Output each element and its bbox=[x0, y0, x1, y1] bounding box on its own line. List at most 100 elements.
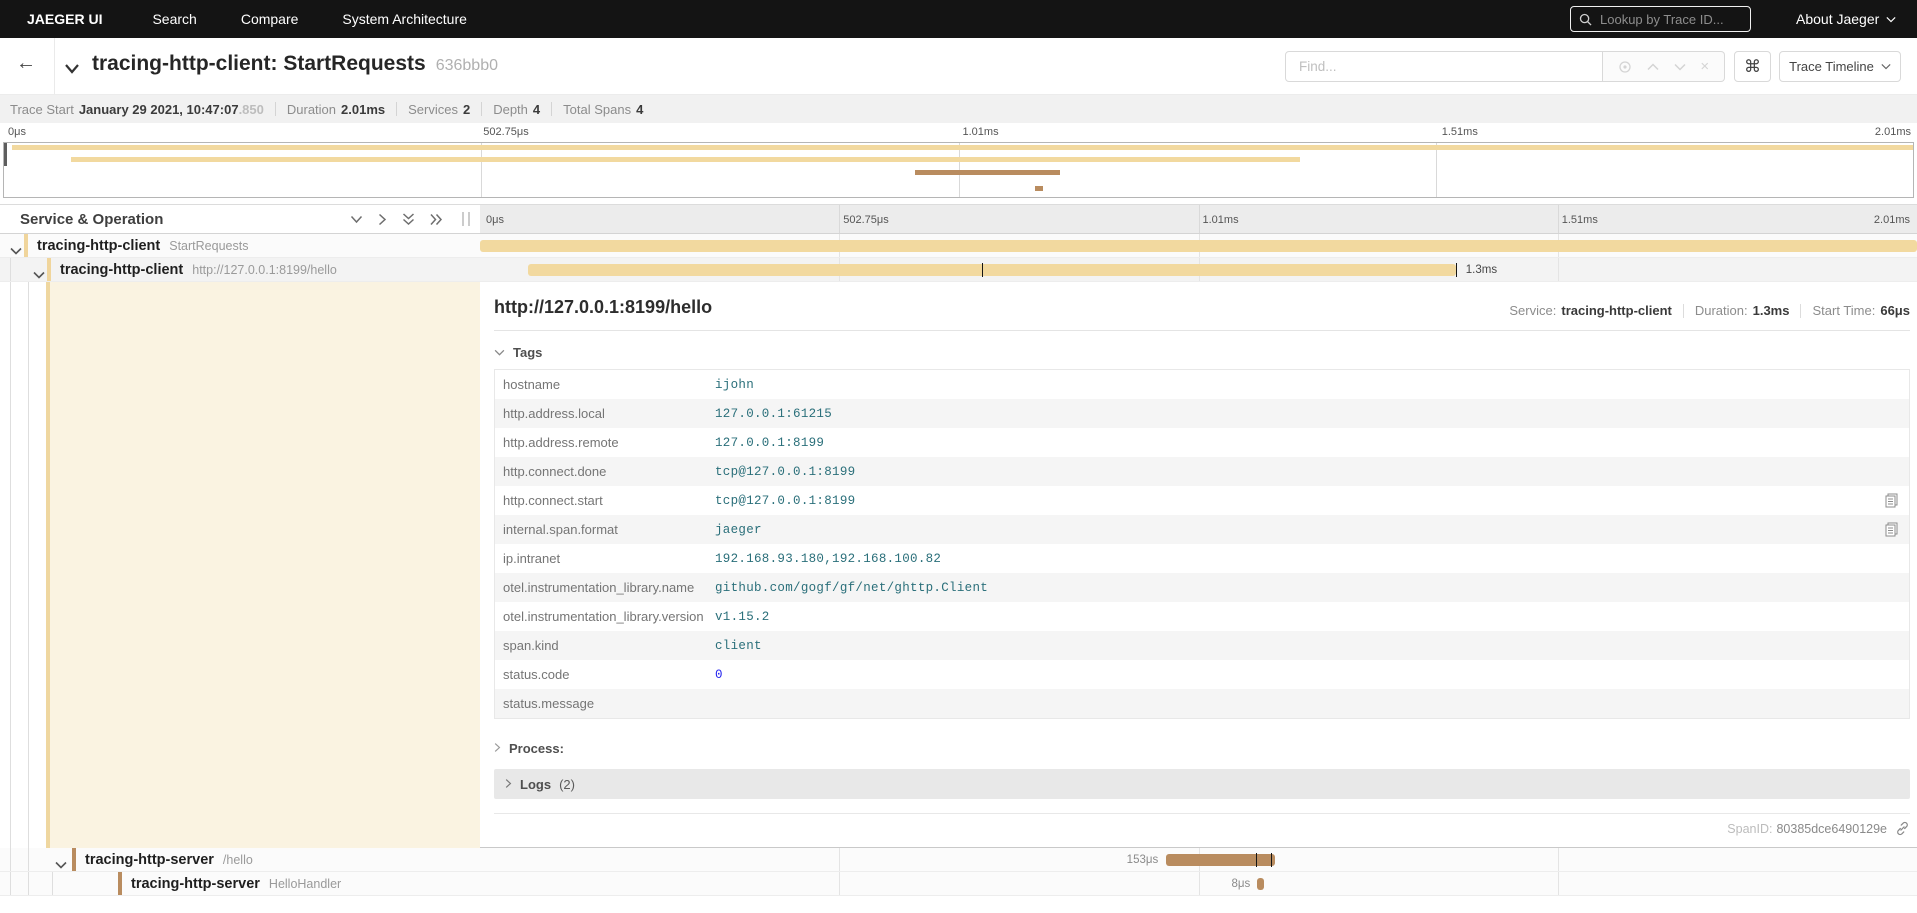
trace-id-short: 636bbb0 bbox=[435, 57, 498, 74]
tree-guide-line bbox=[28, 282, 29, 848]
minimap-tick-labels: 0μs 502.75μs 1.01ms 1.51ms 2.01ms bbox=[0, 123, 1917, 142]
copy-value-icon[interactable] bbox=[1885, 493, 1898, 508]
service-name: tracing-http-server bbox=[85, 852, 214, 868]
tags-table: hostname ijohn http.address.local 127.0.… bbox=[494, 369, 1910, 719]
span-detail-footer: SpanID: 80385dce6490129e bbox=[494, 813, 1910, 836]
trace-summary-bar: Trace Start January 29 2021, 10:47:07.85… bbox=[0, 95, 1917, 123]
minimap-span-handler bbox=[1034, 186, 1044, 191]
app-logo[interactable]: JAEGER UI bbox=[27, 11, 102, 27]
span-detail-color-fill bbox=[50, 282, 480, 848]
clear-find-icon[interactable]: × bbox=[1700, 58, 1709, 75]
span-detail-meta: Service: tracing-http-client Duration: 1… bbox=[1509, 303, 1910, 318]
span-color-bar bbox=[47, 258, 51, 281]
top-nav: JAEGER UI Search Compare System Architec… bbox=[0, 0, 1917, 38]
process-section-toggle[interactable]: Process: bbox=[494, 741, 1910, 756]
tag-row: ip.intranet 192.168.93.180,192.168.100.8… bbox=[495, 544, 1909, 573]
nav-item-system-architecture[interactable]: System Architecture bbox=[342, 11, 467, 27]
nav-item-search[interactable]: Search bbox=[152, 11, 196, 27]
collapse-one-icon[interactable] bbox=[350, 215, 363, 224]
minimap-tick: 0μs bbox=[8, 126, 26, 138]
column-resize-grip[interactable] bbox=[462, 212, 470, 226]
span-bar-startrequests[interactable] bbox=[480, 240, 1917, 252]
span-detail-name-column bbox=[0, 282, 480, 848]
trace-id-lookup-input[interactable] bbox=[1598, 10, 1728, 28]
minimap-tick: 502.75μs bbox=[483, 126, 529, 138]
tag-key: span.kind bbox=[503, 638, 559, 653]
operation-name: http://127.0.0.1:8199/hello bbox=[192, 263, 337, 277]
span-row-hellohandler[interactable]: tracing-http-server HelloHandler 8μs bbox=[0, 872, 1917, 896]
trace-id-lookup[interactable] bbox=[1570, 6, 1751, 32]
find-input-box[interactable] bbox=[1285, 51, 1603, 82]
divider bbox=[396, 102, 398, 116]
spanid-value: 80385dce6490129e bbox=[1776, 821, 1887, 836]
span-detail-operation: http://127.0.0.1:8199/hello bbox=[494, 297, 713, 317]
keyboard-shortcuts-button[interactable]: ⌘ bbox=[1734, 51, 1771, 82]
collapse-all-icon[interactable] bbox=[402, 212, 415, 226]
match-highlight-icon[interactable] bbox=[1618, 60, 1632, 74]
tag-row: status.code 0 bbox=[495, 660, 1909, 689]
span-name: tracing-http-server HelloHandler bbox=[131, 876, 341, 892]
span-bar-hellohandler[interactable] bbox=[1257, 878, 1265, 890]
tags-section-toggle[interactable]: Tags bbox=[494, 345, 1910, 360]
minimap-tick: 1.01ms bbox=[962, 126, 999, 138]
expand-all-icon[interactable] bbox=[430, 213, 443, 226]
log-marker[interactable] bbox=[1255, 853, 1257, 867]
prev-match-icon[interactable] bbox=[1647, 62, 1659, 71]
span-row-http-client[interactable]: tracing-http-client http://127.0.0.1:8199… bbox=[0, 258, 1917, 282]
logs-section-toggle[interactable]: Logs (2) bbox=[494, 769, 1910, 799]
span-row-startrequests[interactable]: tracing-http-client StartRequests bbox=[0, 234, 1917, 258]
tag-key: internal.span.format bbox=[503, 522, 618, 537]
tag-row: status.message bbox=[495, 689, 1909, 718]
tag-key: http.address.local bbox=[503, 406, 605, 421]
next-match-icon[interactable] bbox=[1674, 63, 1686, 71]
tag-row: internal.span.format jaeger bbox=[495, 515, 1909, 544]
span-row-server-hello[interactable]: tracing-http-server/hello 153μs bbox=[0, 848, 1917, 872]
copy-value-icon[interactable] bbox=[1885, 522, 1898, 537]
tag-value: 127.0.0.1:61215 bbox=[715, 406, 833, 421]
chevron-down-icon bbox=[1881, 64, 1891, 70]
chevron-down-icon bbox=[494, 349, 505, 356]
services-value: 2 bbox=[462, 101, 471, 117]
about-jaeger-menu[interactable]: About Jaeger bbox=[1796, 0, 1896, 38]
timeline-tick: 2.01ms bbox=[1873, 214, 1910, 226]
span-color-bar bbox=[118, 872, 122, 895]
span-detail-header[interactable]: http://127.0.0.1:8199/hello Service: tra… bbox=[494, 297, 1910, 331]
deep-link-icon[interactable] bbox=[1895, 821, 1910, 836]
nav-item-compare[interactable]: Compare bbox=[241, 11, 299, 27]
search-icon bbox=[1579, 13, 1592, 26]
trace-view-select[interactable]: Trace Timeline bbox=[1779, 51, 1901, 82]
tag-key: http.connect.start bbox=[503, 493, 603, 508]
collapse-trace-chevron-icon[interactable] bbox=[64, 61, 80, 79]
service-value: tracing-http-client bbox=[1561, 303, 1672, 318]
tag-key: otel.instrumentation_library.name bbox=[503, 580, 695, 595]
log-marker[interactable] bbox=[1271, 853, 1273, 867]
rows-filler bbox=[0, 896, 1917, 913]
span-name: tracing-http-client StartRequests bbox=[37, 238, 248, 254]
tag-key: ip.intranet bbox=[503, 551, 561, 566]
start-time-label: Start Time: bbox=[1812, 303, 1876, 318]
tag-value: jaeger bbox=[715, 522, 762, 537]
chevron-right-icon bbox=[505, 777, 512, 792]
span-name: tracing-http-server/hello bbox=[85, 852, 253, 868]
tag-value: client bbox=[715, 638, 762, 653]
span-bar-server-hello[interactable] bbox=[1166, 854, 1276, 866]
find-input[interactable] bbox=[1297, 58, 1591, 75]
span-rows: tracing-http-client StartRequests tracing… bbox=[0, 234, 1917, 913]
tag-value: github.com/gogf/gf/net/ghttp.Client bbox=[715, 580, 989, 595]
total-spans-value: 4 bbox=[636, 101, 644, 117]
log-marker[interactable] bbox=[981, 263, 983, 277]
span-bar-http-client[interactable] bbox=[528, 264, 1457, 276]
process-heading: Process: bbox=[509, 741, 564, 756]
divider bbox=[1682, 303, 1684, 318]
service-label: Service: bbox=[1509, 303, 1557, 318]
gridline bbox=[1557, 258, 1559, 281]
trace-minimap[interactable] bbox=[3, 142, 1914, 198]
minimap-span-client bbox=[70, 157, 1301, 162]
expand-one-icon[interactable] bbox=[378, 213, 387, 226]
minimap-drag-handle[interactable] bbox=[4, 143, 7, 166]
back-arrow-button[interactable]: ← bbox=[16, 52, 36, 75]
divider bbox=[551, 102, 553, 116]
log-marker[interactable] bbox=[1455, 263, 1457, 277]
divider bbox=[274, 102, 276, 116]
tag-value: tcp@127.0.0.1:8199 bbox=[715, 493, 856, 508]
